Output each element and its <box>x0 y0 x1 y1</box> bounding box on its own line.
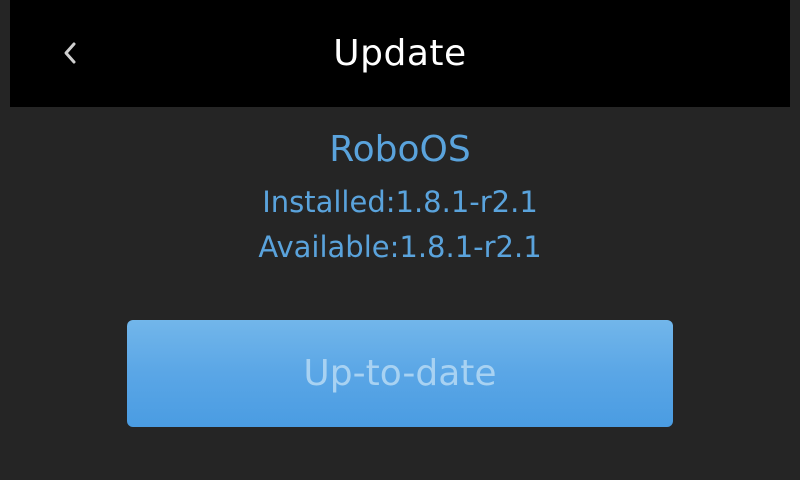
update-button-label: Up-to-date <box>303 353 497 394</box>
update-button[interactable]: Up-to-date <box>127 320 673 427</box>
page-title: Update <box>333 33 467 74</box>
software-name: RoboOS <box>329 129 471 170</box>
installed-version: Installed:1.8.1-r2.1 <box>262 185 538 219</box>
available-version: Available:1.8.1-r2.1 <box>258 230 542 264</box>
header-bar: Update <box>10 0 790 107</box>
